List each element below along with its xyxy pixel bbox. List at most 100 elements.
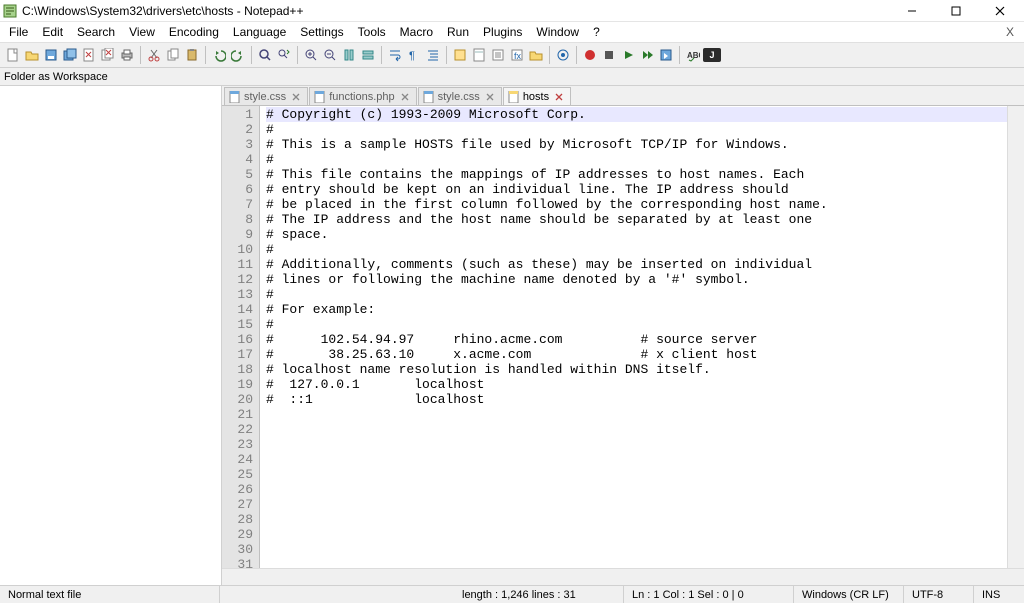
play-macro-icon[interactable] bbox=[619, 46, 637, 64]
vertical-scrollbar[interactable] bbox=[1007, 106, 1024, 568]
menu-view[interactable]: View bbox=[122, 23, 162, 41]
open-file-icon[interactable] bbox=[23, 46, 41, 64]
app-icon bbox=[2, 3, 18, 19]
sync-h-icon[interactable] bbox=[359, 46, 377, 64]
tab-close-icon[interactable] bbox=[291, 92, 301, 102]
doc-list-icon[interactable] bbox=[489, 46, 507, 64]
code-line: # bbox=[266, 287, 1007, 302]
monitoring-icon[interactable] bbox=[554, 46, 572, 64]
undo-icon[interactable] bbox=[210, 46, 228, 64]
code-line bbox=[266, 482, 1007, 497]
folder-ws-icon[interactable] bbox=[527, 46, 545, 64]
window-close-button[interactable] bbox=[978, 0, 1022, 22]
code-line: # lines or following the machine name de… bbox=[266, 272, 1007, 287]
tab-close-icon[interactable] bbox=[400, 92, 410, 102]
close-icon[interactable] bbox=[80, 46, 98, 64]
menu-search[interactable]: Search bbox=[70, 23, 122, 41]
func-list-icon[interactable]: fx bbox=[508, 46, 526, 64]
svg-text:fx: fx bbox=[514, 51, 522, 61]
status-insert-mode: INS bbox=[974, 586, 1024, 603]
code-line: # This is a sample HOSTS file used by Mi… bbox=[266, 137, 1007, 152]
spellcheck-icon[interactable]: ABC bbox=[684, 46, 702, 64]
code-line: # bbox=[266, 152, 1007, 167]
status-position: Ln : 1 Col : 1 Sel : 0 | 0 bbox=[624, 586, 794, 603]
code-line: # 102.54.94.97 rhino.acme.com # source s… bbox=[266, 332, 1007, 347]
print-icon[interactable] bbox=[118, 46, 136, 64]
code-line: # This file contains the mappings of IP … bbox=[266, 167, 1007, 182]
code-line bbox=[266, 407, 1007, 422]
record-macro-icon[interactable] bbox=[581, 46, 599, 64]
maximize-button[interactable] bbox=[934, 0, 978, 22]
file-icon bbox=[508, 91, 520, 103]
redo-icon[interactable] bbox=[229, 46, 247, 64]
folder-workspace-panel[interactable] bbox=[0, 86, 222, 585]
save-macro-icon[interactable] bbox=[657, 46, 675, 64]
code-line: # space. bbox=[266, 227, 1007, 242]
code-line bbox=[266, 512, 1007, 527]
svg-text:¶: ¶ bbox=[409, 50, 415, 62]
menu-language[interactable]: Language bbox=[226, 23, 293, 41]
menu-file[interactable]: File bbox=[2, 23, 35, 41]
file-icon bbox=[314, 91, 326, 103]
code-line: # localhost name resolution is handled w… bbox=[266, 362, 1007, 377]
menu-tools[interactable]: Tools bbox=[351, 23, 393, 41]
menu-help[interactable]: ? bbox=[586, 23, 607, 41]
tab-functions-php[interactable]: functions.php bbox=[309, 87, 416, 105]
tab-strip: style.cssfunctions.phpstyle.csshosts bbox=[222, 86, 1024, 106]
window-controls bbox=[890, 0, 1022, 21]
zoom-out-icon[interactable] bbox=[321, 46, 339, 64]
code-line bbox=[266, 452, 1007, 467]
menu-run[interactable]: Run bbox=[440, 23, 476, 41]
tab-close-icon[interactable] bbox=[554, 92, 564, 102]
status-bar: Normal text file length : 1,246 lines : … bbox=[0, 585, 1024, 603]
stop-macro-icon[interactable] bbox=[600, 46, 618, 64]
save-all-icon[interactable] bbox=[61, 46, 79, 64]
code-area[interactable]: # Copyright (c) 1993-2009 Microsoft Corp… bbox=[260, 106, 1007, 568]
doc-map-icon[interactable] bbox=[470, 46, 488, 64]
menu-edit[interactable]: Edit bbox=[35, 23, 70, 41]
tab-close-icon[interactable] bbox=[485, 92, 495, 102]
tab-style-css[interactable]: style.css bbox=[224, 87, 308, 105]
lang-udl-icon[interactable] bbox=[451, 46, 469, 64]
mdi-close-x[interactable]: X bbox=[998, 25, 1022, 39]
editor-area: style.cssfunctions.phpstyle.csshosts 123… bbox=[222, 86, 1024, 585]
word-wrap-icon[interactable] bbox=[386, 46, 404, 64]
sync-v-icon[interactable] bbox=[340, 46, 358, 64]
play-multi-icon[interactable] bbox=[638, 46, 656, 64]
code-line: # ::1 localhost bbox=[266, 392, 1007, 407]
tab-hosts[interactable]: hosts bbox=[503, 87, 571, 105]
cut-icon[interactable] bbox=[145, 46, 163, 64]
code-line bbox=[266, 557, 1007, 568]
indent-guide-icon[interactable] bbox=[424, 46, 442, 64]
editor-body: 1234567891011121314151617181920212223242… bbox=[222, 106, 1024, 568]
save-icon[interactable] bbox=[42, 46, 60, 64]
menu-settings[interactable]: Settings bbox=[293, 23, 350, 41]
find-icon[interactable] bbox=[256, 46, 274, 64]
code-line: # entry should be kept on an individual … bbox=[266, 182, 1007, 197]
close-all-icon[interactable] bbox=[99, 46, 117, 64]
code-line: # bbox=[266, 242, 1007, 257]
paste-icon[interactable] bbox=[183, 46, 201, 64]
zoom-in-icon[interactable] bbox=[302, 46, 320, 64]
tab-label: functions.php bbox=[329, 91, 394, 103]
menu-macro[interactable]: Macro bbox=[393, 23, 440, 41]
status-length: length : 1,246 lines : 31 bbox=[454, 586, 624, 603]
copy-icon[interactable] bbox=[164, 46, 182, 64]
minimize-button[interactable] bbox=[890, 0, 934, 22]
code-line bbox=[266, 527, 1007, 542]
tab-style-css[interactable]: style.css bbox=[418, 87, 502, 105]
title-bar: C:\Windows\System32\drivers\etc\hosts - … bbox=[0, 0, 1024, 22]
code-line: # 127.0.0.1 localhost bbox=[266, 377, 1007, 392]
menu-plugins[interactable]: Plugins bbox=[476, 23, 529, 41]
replace-icon[interactable] bbox=[275, 46, 293, 64]
menu-bar: File Edit Search View Encoding Language … bbox=[0, 22, 1024, 42]
status-encoding: UTF-8 bbox=[904, 586, 974, 603]
show-all-chars-icon[interactable]: ¶ bbox=[405, 46, 423, 64]
horizontal-scrollbar[interactable] bbox=[222, 568, 1024, 585]
code-line bbox=[266, 467, 1007, 482]
menu-window[interactable]: Window bbox=[529, 23, 586, 41]
dark-mode-badge[interactable]: J bbox=[703, 48, 721, 62]
file-icon bbox=[229, 91, 241, 103]
menu-encoding[interactable]: Encoding bbox=[162, 23, 226, 41]
new-file-icon[interactable] bbox=[4, 46, 22, 64]
